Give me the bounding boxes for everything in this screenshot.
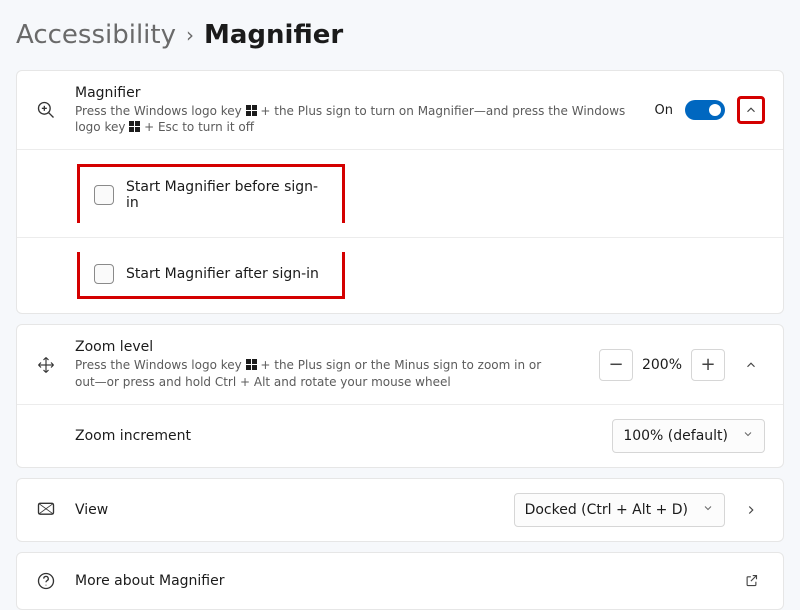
magnifier-description: Press the Windows logo key + the Plus si… [75, 103, 635, 135]
windows-logo-icon [246, 359, 257, 370]
magnifier-expand-button[interactable] [737, 96, 765, 124]
windows-logo-icon [246, 105, 257, 116]
view-layout-icon [35, 500, 57, 520]
view-card: View Docked (Ctrl + Alt + D) [16, 478, 784, 542]
start-before-signin-row: Start Magnifier before sign-in [17, 149, 783, 237]
zoom-level-row: Zoom level Press the Windows logo key + … [17, 325, 783, 403]
chevron-down-icon [742, 428, 754, 444]
open-external-button[interactable] [737, 567, 765, 595]
start-before-signin-label: Start Magnifier before sign-in [126, 179, 328, 211]
start-before-signin-checkbox[interactable] [94, 185, 114, 205]
view-row[interactable]: View Docked (Ctrl + Alt + D) [17, 479, 783, 541]
magnifier-plus-icon [35, 100, 57, 120]
more-about-title: More about Magnifier [75, 573, 719, 589]
zoom-increment-title: Zoom increment [75, 428, 594, 444]
magnifier-title: Magnifier [75, 85, 637, 101]
view-expand-button[interactable] [737, 496, 765, 524]
chevron-down-icon [702, 502, 714, 518]
windows-logo-icon [129, 121, 140, 132]
breadcrumb: Accessibility › Magnifier [16, 20, 784, 50]
zoom-decrease-button[interactable]: − [599, 349, 633, 381]
more-about-card: More about Magnifier [16, 552, 784, 610]
magnifier-card: Magnifier Press the Windows logo key + t… [16, 70, 784, 314]
zoom-increment-select[interactable]: 100% (default) [612, 419, 765, 453]
breadcrumb-parent[interactable]: Accessibility [16, 20, 176, 50]
more-about-row[interactable]: More about Magnifier [17, 553, 783, 609]
magnifier-toggle[interactable] [685, 100, 725, 120]
move-arrows-icon [35, 355, 57, 375]
zoom-level-card: Zoom level Press the Windows logo key + … [16, 324, 784, 467]
start-after-signin-checkbox[interactable] [94, 264, 114, 284]
view-value: Docked (Ctrl + Alt + D) [525, 502, 688, 518]
zoom-increase-button[interactable]: + [691, 349, 725, 381]
view-select[interactable]: Docked (Ctrl + Alt + D) [514, 493, 725, 527]
zoom-increment-value: 100% (default) [623, 428, 728, 444]
chevron-right-icon [744, 503, 758, 517]
help-icon [35, 571, 57, 591]
chevron-up-icon [744, 358, 758, 372]
view-title: View [75, 502, 496, 518]
chevron-right-icon: › [186, 23, 194, 47]
page-title: Magnifier [204, 20, 343, 50]
zoom-level-description: Press the Windows logo key + the Plus si… [75, 357, 555, 389]
zoom-level-title: Zoom level [75, 339, 581, 355]
start-after-signin-row: Start Magnifier after sign-in [17, 237, 783, 313]
zoom-level-stepper: − 200% + [599, 349, 725, 381]
open-external-icon [744, 573, 759, 588]
zoom-level-value: 200% [633, 357, 691, 373]
chevron-up-icon [744, 103, 758, 117]
zoom-increment-row: Zoom increment 100% (default) [17, 404, 783, 467]
start-after-signin-label: Start Magnifier after sign-in [126, 266, 319, 282]
zoom-level-expand-button[interactable] [737, 351, 765, 379]
magnifier-row: Magnifier Press the Windows logo key + t… [17, 71, 783, 149]
magnifier-state-label: On [655, 103, 673, 118]
